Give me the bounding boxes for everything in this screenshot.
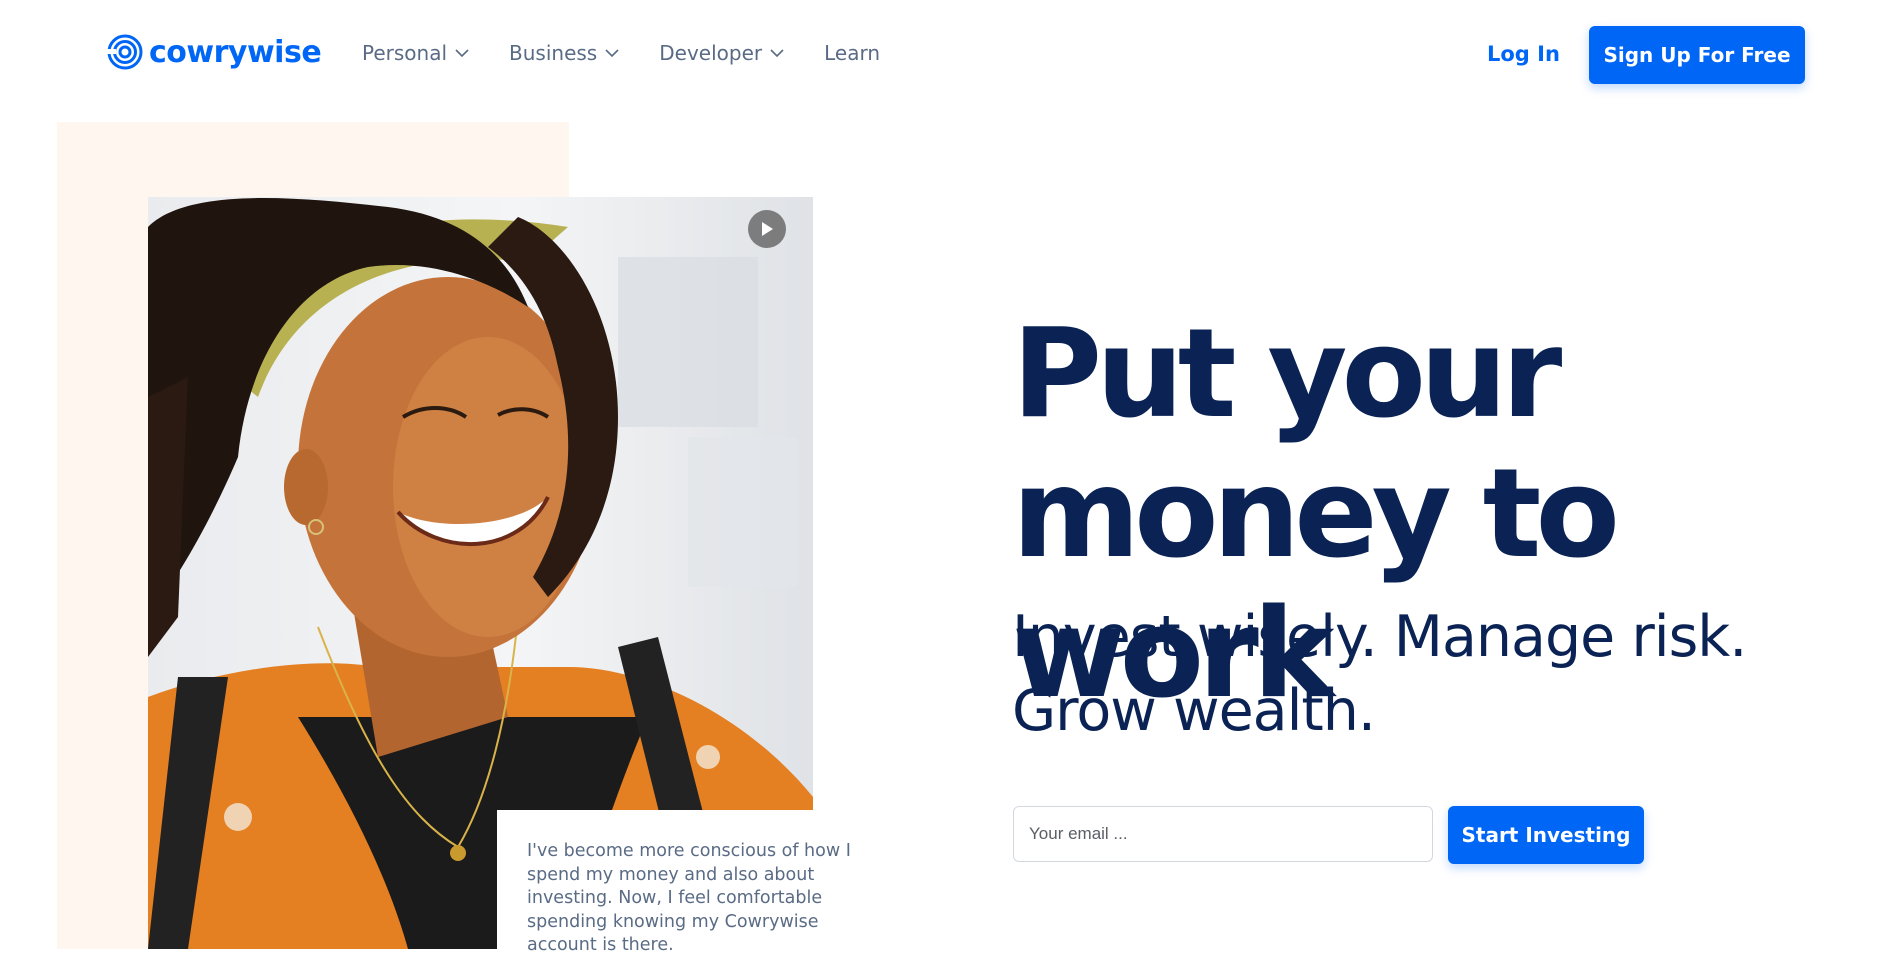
chevron-down-icon <box>455 48 469 57</box>
nav-label-learn: Learn <box>824 41 881 65</box>
hero-subheadline: Invest wisely. Manage risk. Grow wealth. <box>1012 600 1892 748</box>
nav-label-developer: Developer <box>659 41 763 65</box>
nav-item-personal[interactable]: Personal <box>362 41 469 65</box>
chevron-down-icon <box>770 48 784 57</box>
nav-item-learn[interactable]: Learn <box>824 41 880 65</box>
login-link[interactable]: Log In <box>1487 42 1560 66</box>
cowrywise-logo[interactable]: cowrywise <box>107 34 322 70</box>
headline-line-1: Put your <box>1012 303 1562 446</box>
play-icon <box>762 222 773 236</box>
signup-button[interactable]: Sign Up For Free <box>1589 26 1805 84</box>
nav-label-business: Business <box>509 41 598 65</box>
nav-item-developer[interactable]: Developer <box>659 41 784 65</box>
nav-label-personal: Personal <box>362 41 448 65</box>
subheadline-line-2: Grow wealth. <box>1012 678 1376 744</box>
email-input[interactable] <box>1013 806 1433 862</box>
start-investing-button[interactable]: Start Investing <box>1448 806 1644 864</box>
main-menu: Personal Business Developer Learn <box>362 41 880 65</box>
spiral-logo-icon <box>107 34 143 70</box>
brand-name: cowrywise <box>149 34 322 70</box>
nav-item-business[interactable]: Business <box>509 41 619 65</box>
video-play-button[interactable] <box>748 210 786 248</box>
subheadline-line-1: Invest wisely. Manage risk. <box>1012 604 1747 670</box>
testimonial-text: I've become more conscious of how I spen… <box>527 841 851 955</box>
top-navigation: cowrywise Personal Business Developer Le… <box>0 0 1898 110</box>
testimonial-card: I've become more conscious of how I spen… <box>497 810 857 960</box>
chevron-down-icon <box>605 48 619 57</box>
